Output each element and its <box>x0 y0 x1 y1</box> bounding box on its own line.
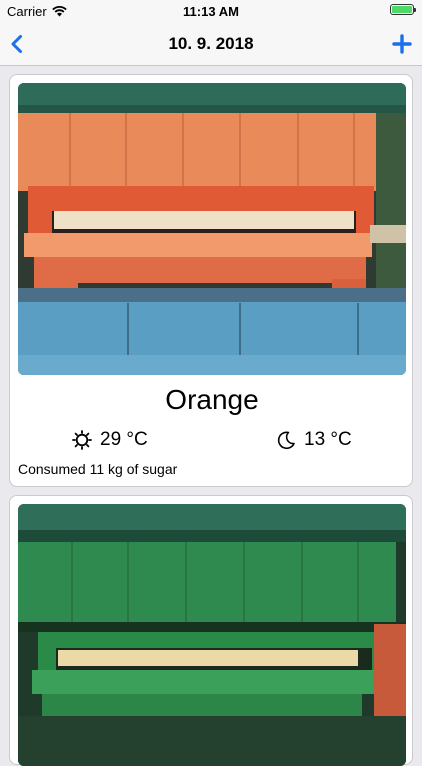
green-hive-image <box>18 504 406 766</box>
status-right <box>390 4 416 15</box>
hive-card[interactable]: Orange 29 °C 13 °C Consumed 11 kg of sug… <box>9 74 413 487</box>
moon-icon <box>277 431 295 450</box>
night-temperature-value: 13 °C <box>304 429 352 450</box>
battery-icon <box>390 4 416 15</box>
hive-photo <box>18 504 406 766</box>
orange-hive-image <box>18 83 406 375</box>
navigation-bar: 10. 9. 2018 <box>0 22 422 66</box>
sugar-consumed-label: Consumed 11 kg of sugar <box>18 461 178 477</box>
sun-icon <box>72 430 92 450</box>
hive-photo <box>18 83 406 375</box>
day-temperature-value: 29 °C <box>100 429 148 450</box>
battery-level <box>392 6 412 13</box>
status-bar: Carrier 11:13 AM <box>0 0 422 22</box>
hive-name: Orange <box>165 384 259 415</box>
day-temperature: 29 °C <box>72 429 148 451</box>
status-time: 11:13 AM <box>183 4 239 19</box>
plus-icon <box>392 34 412 54</box>
page-title: 10. 9. 2018 <box>168 34 254 53</box>
add-button[interactable] <box>390 32 414 56</box>
night-temperature: 13 °C <box>276 429 352 451</box>
hive-card[interactable] <box>9 495 413 766</box>
